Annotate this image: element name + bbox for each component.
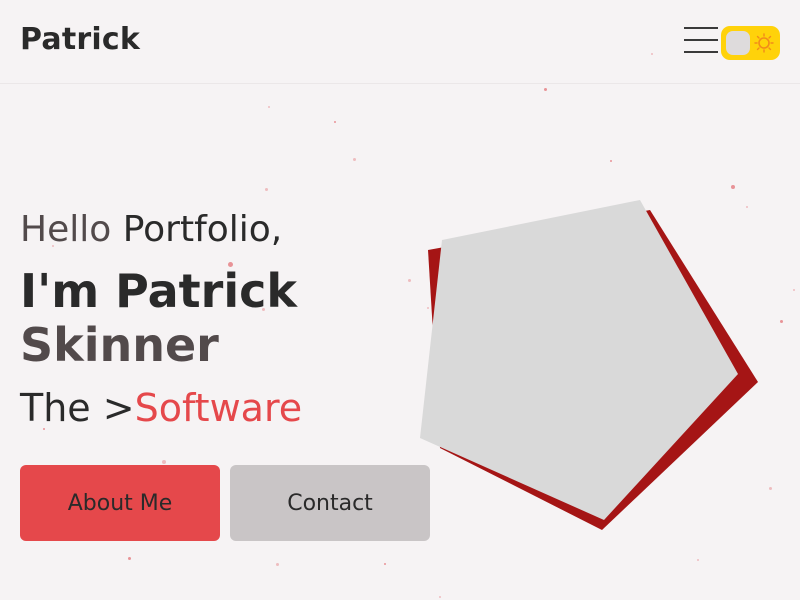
particle-dot (276, 563, 279, 566)
pentagon-shape (420, 200, 738, 520)
sun-icon (754, 33, 774, 53)
menu-bar-middle (684, 39, 718, 41)
role-prefix: The > (20, 386, 135, 430)
particle-dot (353, 158, 356, 161)
contact-button[interactable]: Contact (230, 465, 430, 541)
particle-dot (731, 185, 735, 189)
hero-name-line-1: I'm Patrick (20, 264, 297, 318)
particle-dot (610, 160, 612, 162)
particle-dot (162, 460, 166, 464)
portfolio-page: Patrick Hello Portfolio, I'm Patrick Ski… (0, 0, 800, 600)
menu-bar-bottom (684, 51, 718, 53)
particle-dot (268, 106, 270, 108)
particle-dot (128, 557, 131, 560)
about-me-button[interactable]: About Me (20, 465, 220, 541)
role-word: Software (134, 386, 303, 430)
particle-dot (334, 121, 336, 123)
particle-dot (544, 88, 547, 91)
particle-dot (265, 188, 268, 191)
hero-pentagon-graphic (420, 200, 758, 530)
hero-name-line-2: Skinner (20, 318, 219, 372)
hero-greeting: Hello Portfolio, (20, 204, 282, 256)
theme-toggle[interactable] (721, 26, 780, 60)
site-header: Patrick (0, 0, 800, 84)
menu-bar-top (684, 27, 718, 29)
particle-dot (697, 559, 699, 561)
greeting-text: Hello (20, 209, 112, 250)
particle-dot (793, 289, 795, 291)
hamburger-menu-icon[interactable] (684, 27, 718, 55)
hero-role: The >Software (20, 382, 302, 434)
particle-dot (384, 563, 386, 565)
brand-name[interactable]: Patrick (20, 22, 140, 57)
particle-dot (780, 320, 783, 323)
particle-dot (439, 596, 441, 598)
greeting-word: Portfolio, (122, 209, 283, 250)
toggle-knob (726, 31, 750, 55)
